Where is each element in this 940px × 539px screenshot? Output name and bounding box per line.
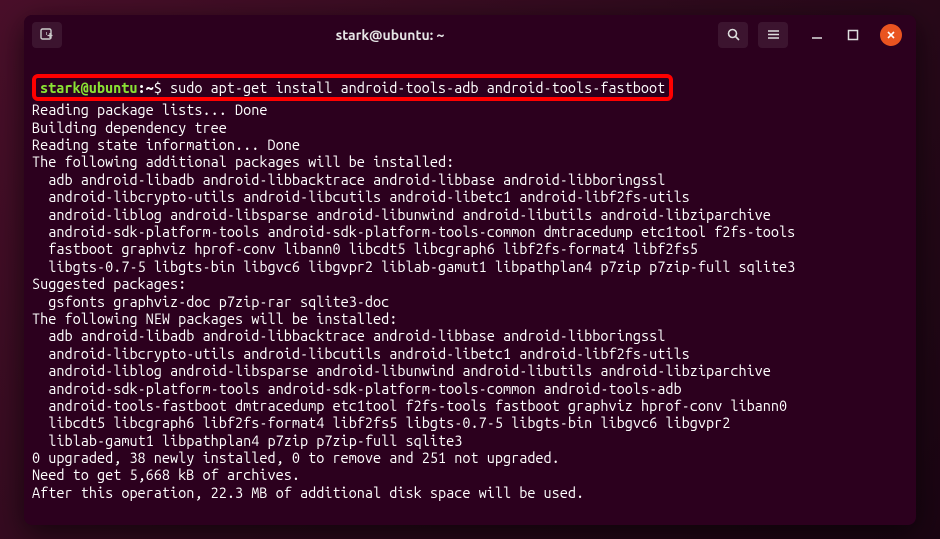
close-button[interactable] bbox=[880, 24, 902, 46]
search-icon bbox=[726, 27, 741, 42]
prompt-symbol: $ bbox=[154, 79, 162, 96]
output-line: Need to get 5,668 kB of archives. bbox=[32, 466, 300, 483]
output-line: The following NEW packages will be insta… bbox=[32, 310, 397, 327]
command-text: sudo apt-get install android-tools-adb a… bbox=[170, 79, 665, 96]
maximize-button[interactable] bbox=[844, 26, 862, 44]
terminal-window: stark@ubuntu: ~ stark@ubuntu:~$ sudo bbox=[24, 15, 916, 525]
output-line: libcdt5 libcgraph6 libf2fs-format4 libf2… bbox=[32, 414, 730, 431]
window-title: stark@ubuntu: ~ bbox=[62, 27, 718, 43]
output-line: Reading package lists... Done bbox=[32, 101, 267, 118]
close-icon bbox=[886, 30, 896, 40]
output-line: fastboot graphviz hprof-conv libann0 lib… bbox=[32, 240, 698, 257]
output-line: Suggested packages: bbox=[32, 275, 186, 292]
titlebar: stark@ubuntu: ~ bbox=[24, 15, 916, 55]
maximize-icon bbox=[847, 29, 859, 41]
minimize-button[interactable] bbox=[808, 26, 826, 44]
output-line: libgts-0.7-5 libgts-bin libgvc6 libgvpr2… bbox=[32, 258, 795, 275]
minimize-icon bbox=[811, 29, 823, 41]
new-tab-button[interactable] bbox=[32, 22, 62, 48]
hamburger-menu-button[interactable] bbox=[758, 22, 788, 48]
output-line: android-liblog android-libsparse android… bbox=[32, 206, 771, 223]
output-line: After this operation, 22.3 MB of additio… bbox=[32, 484, 584, 501]
output-line: liblab-gamut1 libpathplan4 p7zip p7zip-f… bbox=[32, 432, 462, 449]
output-line: android-libcrypto-utils android-libcutil… bbox=[32, 188, 690, 205]
output-line: android-sdk-platform-tools android-sdk-p… bbox=[32, 223, 795, 240]
output-line: Reading state information... Done bbox=[32, 136, 300, 153]
output-line: android-libcrypto-utils android-libcutil… bbox=[32, 345, 690, 362]
output-line: android-sdk-platform-tools android-sdk-p… bbox=[32, 380, 682, 397]
output-line: android-tools-fastboot dmtracedump etc1t… bbox=[32, 397, 787, 414]
output-line: adb android-libadb android-libbacktrace … bbox=[32, 327, 665, 344]
output-line: adb android-libadb android-libbacktrace … bbox=[32, 171, 665, 188]
output-line: Building dependency tree bbox=[32, 119, 227, 136]
hamburger-icon bbox=[766, 27, 781, 42]
output-line: The following additional packages will b… bbox=[32, 153, 454, 170]
new-tab-icon bbox=[39, 27, 55, 43]
terminal-output[interactable]: stark@ubuntu:~$ sudo apt-get install and… bbox=[24, 55, 916, 525]
output-line: android-liblog android-libsparse android… bbox=[32, 362, 771, 379]
command-highlight: stark@ubuntu:~$ sudo apt-get install and… bbox=[32, 74, 673, 101]
output-line: 0 upgraded, 38 newly installed, 0 to rem… bbox=[32, 449, 560, 466]
prompt-path: :~ bbox=[137, 79, 153, 96]
search-button[interactable] bbox=[718, 22, 748, 48]
output-line: gsfonts graphviz-doc p7zip-rar sqlite3-d… bbox=[32, 293, 389, 310]
prompt-user-host: stark@ubuntu bbox=[40, 79, 137, 96]
